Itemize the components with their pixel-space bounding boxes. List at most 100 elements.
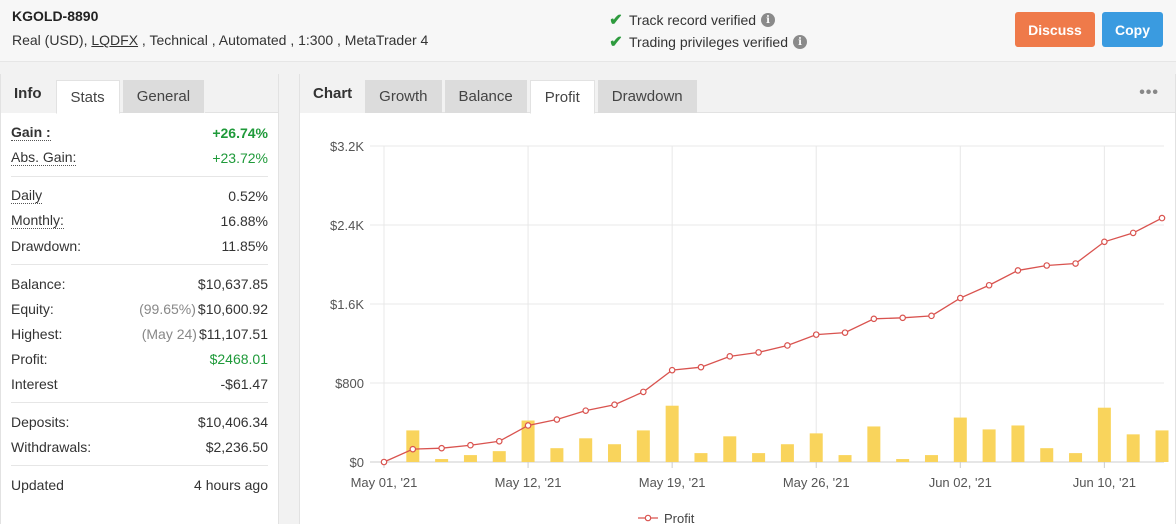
stat-balance: Balance: $10,637.85: [11, 271, 268, 296]
profit-point: [409, 445, 417, 453]
divider: [11, 176, 268, 177]
profit-point: [870, 315, 878, 323]
profit-point: [524, 422, 532, 429]
tabs-label-info: Info: [1, 74, 56, 113]
y-tick-label: $1.6K: [330, 297, 364, 312]
stat-value: -$61.47: [220, 375, 268, 392]
bar: [924, 455, 938, 462]
stat-label: Equity:: [11, 300, 54, 317]
legend-label: Profit: [664, 511, 695, 524]
left-tabs: Info Stats General: [1, 74, 278, 114]
tab-balance[interactable]: Balance: [444, 80, 527, 113]
bar: [723, 436, 737, 462]
stat-value: +26.74%: [212, 124, 268, 141]
bar: [752, 453, 766, 462]
stat-value: $2,236.50: [205, 438, 268, 455]
y-tick-label: $2.4K: [330, 218, 364, 233]
stat-sub: (May 24): [141, 325, 197, 342]
y-tick-label: $800: [335, 376, 364, 391]
bar: [463, 455, 477, 462]
profit-point: [841, 329, 849, 336]
tab-growth[interactable]: Growth: [365, 80, 442, 113]
bar: [982, 429, 996, 462]
stat-label: Balance:: [11, 275, 66, 292]
profit-point: [495, 437, 503, 445]
stat-label[interactable]: Daily: [11, 187, 43, 204]
track-record-verified: ✔ Track record verified i: [608, 10, 776, 30]
account-details: , Technical , Automated , 1:300 , MetaTr…: [138, 32, 429, 48]
profit-point: [380, 458, 388, 466]
account-meta: Real (USD), LQDFX , Technical , Automate…: [12, 32, 428, 48]
stat-amount: $10,600.92: [197, 300, 268, 317]
stat-label[interactable]: Abs. Gain:: [11, 149, 77, 166]
x-tick-label: Jun 02, '21: [929, 475, 992, 490]
stat-sub: (99.65%): [139, 300, 196, 317]
bar: [838, 455, 852, 462]
tab-general[interactable]: General: [122, 80, 206, 113]
bar: [1011, 425, 1025, 462]
legend-marker: [644, 514, 652, 522]
more-options-icon[interactable]: •••: [1139, 84, 1159, 102]
stat-label: Interest: [11, 375, 58, 392]
bar: [896, 459, 910, 462]
profit-point: [1014, 267, 1022, 274]
info-icon[interactable]: i: [761, 13, 776, 27]
bar: [579, 438, 593, 462]
bar: [435, 459, 449, 462]
bar: [1040, 448, 1054, 462]
stat-interest: Interest -$61.47: [11, 371, 268, 396]
account-type: Real (USD),: [12, 32, 92, 48]
bar: [1069, 453, 1083, 462]
bar: [1126, 434, 1140, 462]
profit-point: [1043, 262, 1051, 269]
profit-point: [928, 312, 935, 320]
divider: [11, 465, 268, 466]
tab-stats[interactable]: Stats: [55, 80, 120, 114]
copy-button[interactable]: Copy: [1102, 12, 1163, 47]
x-tick-label: May 26, '21: [783, 475, 850, 490]
stat-monthly: Monthly: 16.88%: [11, 208, 268, 233]
chart-tabs: Chart Growth Balance Profit Drawdown •••: [300, 74, 1175, 114]
x-tick-label: May 19, '21: [639, 475, 706, 490]
stat-value: $10,406.34: [197, 413, 268, 430]
account-name: KGOLD-8890: [12, 8, 99, 24]
bar: [809, 433, 823, 462]
profit-point: [755, 349, 762, 356]
divider: [11, 402, 268, 403]
bar: [867, 426, 881, 462]
stat-value: $10,637.85: [197, 275, 268, 292]
stat-label: Highest:: [11, 325, 63, 342]
stat-profit: Profit: $2468.01: [11, 346, 268, 371]
profit-point: [812, 331, 820, 338]
stats-panel: Info Stats General Gain : +26.74% Abs. G…: [0, 74, 279, 524]
profit-point: [726, 353, 734, 360]
stat-label[interactable]: Monthly:: [11, 212, 64, 229]
profit-point: [899, 314, 906, 322]
discuss-button[interactable]: Discuss: [1015, 12, 1095, 47]
stat-value: 4 hours ago: [194, 476, 268, 493]
stat-withdrawals: Withdrawals: $2,236.50: [11, 434, 268, 459]
stat-label: Deposits:: [11, 413, 70, 430]
stat-label: Drawdown:: [11, 237, 82, 254]
x-tick-label: May 12, '21: [495, 475, 562, 490]
chart-panel: Chart Growth Balance Profit Drawdown •••…: [299, 74, 1176, 524]
stat-value: $2468.01: [209, 350, 268, 367]
profit-point: [1072, 260, 1079, 267]
profit-point: [1129, 229, 1137, 237]
tab-drawdown[interactable]: Drawdown: [597, 80, 697, 113]
info-icon[interactable]: i: [793, 35, 807, 49]
broker-link[interactable]: LQDFX: [91, 32, 138, 48]
stat-deposits: Deposits: $10,406.34: [11, 409, 268, 434]
check-icon: ✔: [609, 12, 623, 29]
track-record-label: Track record verified: [629, 12, 757, 28]
x-tick-label: May 01, '21: [351, 475, 418, 490]
stat-label[interactable]: Gain :: [11, 124, 51, 141]
x-tick-label: Jun 10, '21: [1073, 475, 1136, 490]
bar: [636, 430, 650, 462]
stat-value: 11.85%: [221, 237, 268, 254]
profit-chart: $0 $800 $1.6K $2.4K $3.2K May 01, '21 May 12, …: [300, 114, 1176, 524]
tab-profit[interactable]: Profit: [529, 80, 595, 114]
stat-value: 16.88%: [220, 212, 268, 229]
profit-point: [697, 363, 705, 371]
profit-point: [956, 294, 964, 302]
